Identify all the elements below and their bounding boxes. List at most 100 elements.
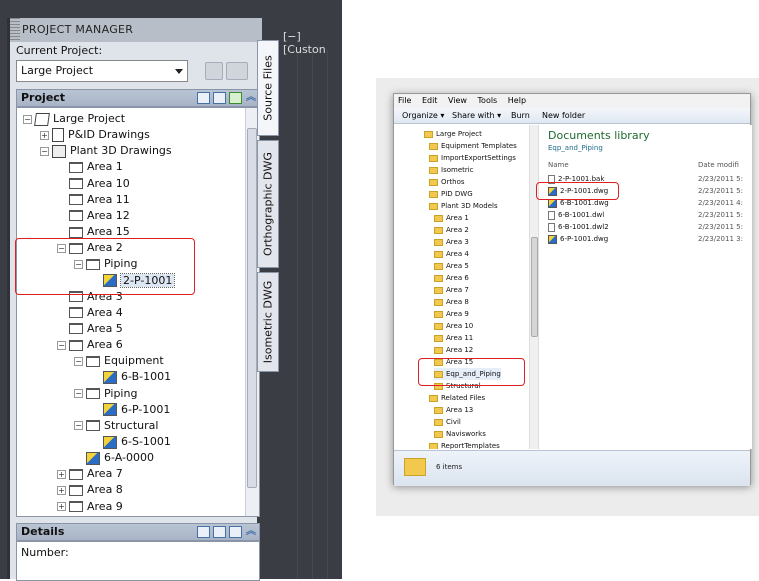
tree-item-label: 6-B-1001 [121, 370, 172, 384]
nav-item[interactable]: Orthos [429, 176, 465, 188]
nav-item[interactable]: Area 11 [434, 332, 473, 344]
project-options-icon[interactable] [226, 62, 248, 80]
collapse-icon[interactable]: − [40, 146, 49, 156]
current-project-label: Current Project: [16, 44, 103, 57]
file-name: 6-B-1001.dwg [560, 199, 609, 207]
file-row[interactable]: 6-B-1001.dwl2 2/23/2011 5: [548, 221, 748, 233]
copy-icon[interactable] [213, 92, 226, 104]
nav-item[interactable]: Area 3 [434, 236, 469, 248]
nav-item[interactable]: Equipment Templates [429, 140, 517, 152]
collapse-icon[interactable]: ︽ [246, 524, 256, 540]
details-view-icon[interactable] [197, 526, 210, 538]
tree-item[interactable]: + Area 7 [57, 466, 123, 482]
tree-item[interactable]: 6-P-1001 [91, 402, 170, 418]
collapse-icon[interactable]: − [57, 340, 66, 350]
tree-item[interactable]: 6-B-1001 [91, 369, 171, 385]
nav-item[interactable]: Isometric [429, 164, 474, 176]
model-viewport[interactable] [283, 50, 342, 579]
column-name[interactable]: Name [548, 161, 569, 169]
expand-icon[interactable]: + [57, 469, 66, 479]
tree-item[interactable]: − Structural [74, 418, 158, 434]
nav-item[interactable]: Area 7 [434, 284, 469, 296]
collapse-icon[interactable]: − [23, 114, 32, 124]
expand-icon[interactable]: + [57, 485, 66, 495]
nav-item[interactable]: Area 1 [434, 212, 469, 224]
project-setup-icon[interactable] [205, 62, 223, 80]
nav-scrollbar-thumb[interactable] [531, 237, 538, 337]
menu-edit[interactable]: Edit [422, 96, 438, 105]
nav-item[interactable]: Area 10 [434, 320, 473, 332]
nav-item[interactable]: Plant 3D Models [429, 200, 498, 212]
tab-isometric-dwg[interactable]: Isometric DWG [257, 272, 279, 372]
tree-item[interactable]: Area 5 [57, 321, 123, 337]
tree-item[interactable]: Area 12 [57, 208, 130, 224]
details-edit-icon[interactable] [229, 526, 242, 538]
file-row[interactable]: 6-B-1001.dwl 2/23/2011 5: [548, 209, 748, 221]
organize-button[interactable]: Organize ▾ [402, 108, 444, 124]
nav-item[interactable]: Area 13 [434, 404, 473, 416]
column-date[interactable]: Date modifi [698, 161, 739, 169]
collapse-icon[interactable]: − [74, 421, 83, 431]
menu-view[interactable]: View [448, 96, 467, 105]
folder-icon [429, 190, 438, 198]
nav-item[interactable]: Large Project [424, 128, 482, 140]
collapse-icon[interactable]: − [74, 356, 83, 366]
tree-item[interactable]: − Area 6 [57, 337, 123, 353]
tree-item[interactable]: − Plant 3D Drawings [40, 143, 172, 159]
navigation-pane[interactable]: Large Project Equipment Templates ImportEx… [394, 125, 539, 449]
tree-item[interactable]: + P&ID Drawings [40, 127, 150, 143]
tree-item[interactable]: − Large Project [23, 111, 125, 127]
nav-item[interactable]: Area 5 [434, 260, 469, 272]
tree-item[interactable]: + Area 8 [57, 482, 123, 498]
palette-title-bar[interactable]: PROJECT MANAGER [10, 18, 262, 42]
folder-icon [69, 161, 83, 173]
nav-item-label: Area 7 [446, 286, 469, 294]
nav-item[interactable]: Civil [434, 416, 461, 428]
nav-item[interactable]: Area 8 [434, 296, 469, 308]
collapse-icon[interactable]: − [74, 389, 83, 399]
nav-item[interactable]: Related Files [429, 392, 485, 404]
nav-item[interactable]: PID DWG [429, 188, 473, 200]
menu-file[interactable]: File [398, 96, 411, 105]
nav-scrollbar[interactable] [529, 125, 538, 449]
tab-source-files[interactable]: Source Files [257, 40, 279, 136]
nav-item[interactable]: ImportExportSettings [429, 152, 516, 164]
collapse-icon[interactable]: ︽ [246, 90, 256, 106]
tree-item[interactable]: − Piping [74, 386, 137, 402]
tab-orthographic-dwg[interactable]: Orthographic DWG [257, 140, 279, 268]
nav-item[interactable]: Area 4 [434, 248, 469, 260]
properties-icon[interactable] [197, 92, 210, 104]
expand-icon[interactable]: + [57, 502, 66, 512]
expand-icon[interactable]: + [40, 130, 49, 140]
tree-item[interactable]: Area 10 [57, 176, 130, 192]
nav-item[interactable]: ReportTemplates [429, 440, 500, 449]
tree-item[interactable]: Area 1 [57, 159, 123, 175]
refresh-icon[interactable] [229, 92, 242, 104]
nav-item[interactable]: Navisworks [434, 428, 486, 440]
menu-help[interactable]: Help [508, 96, 526, 105]
grip-icon[interactable] [10, 18, 20, 42]
tree-item[interactable]: 6-S-1001 [91, 434, 171, 450]
nav-item[interactable]: Area 9 [434, 308, 469, 320]
nav-item[interactable]: Area 6 [434, 272, 469, 284]
nav-item-label: Area 2 [446, 226, 469, 234]
viewport-label[interactable]: [−] [Custon [283, 30, 342, 56]
tree-item[interactable]: − Equipment [74, 353, 164, 369]
menu-tools[interactable]: Tools [478, 96, 498, 105]
project-tree[interactable]: − Large Project + P&ID Drawings − Plant 3D Dr… [16, 107, 260, 517]
nav-item[interactable]: Area 12 [434, 344, 473, 356]
new-folder-button[interactable]: New folder [542, 108, 585, 124]
tree-item[interactable]: Area 11 [57, 192, 130, 208]
burn-button[interactable]: Burn [511, 108, 530, 124]
file-row[interactable]: 6-P-1001.dwg 2/23/2011 3: [548, 233, 748, 245]
current-project-select[interactable]: Large Project [16, 60, 188, 82]
share-with-button[interactable]: Share with ▾ [452, 108, 501, 124]
tree-item[interactable]: Area 4 [57, 305, 123, 321]
folder-icon [69, 307, 83, 319]
chevron-down-icon [175, 69, 183, 74]
tree-item[interactable]: 6-A-0000 [74, 450, 154, 466]
tree-item[interactable]: + Area 9 [57, 499, 123, 515]
details-preview-icon[interactable] [213, 526, 226, 538]
nav-item[interactable]: Area 2 [434, 224, 469, 236]
tree-scrollbar-thumb[interactable] [247, 128, 257, 488]
